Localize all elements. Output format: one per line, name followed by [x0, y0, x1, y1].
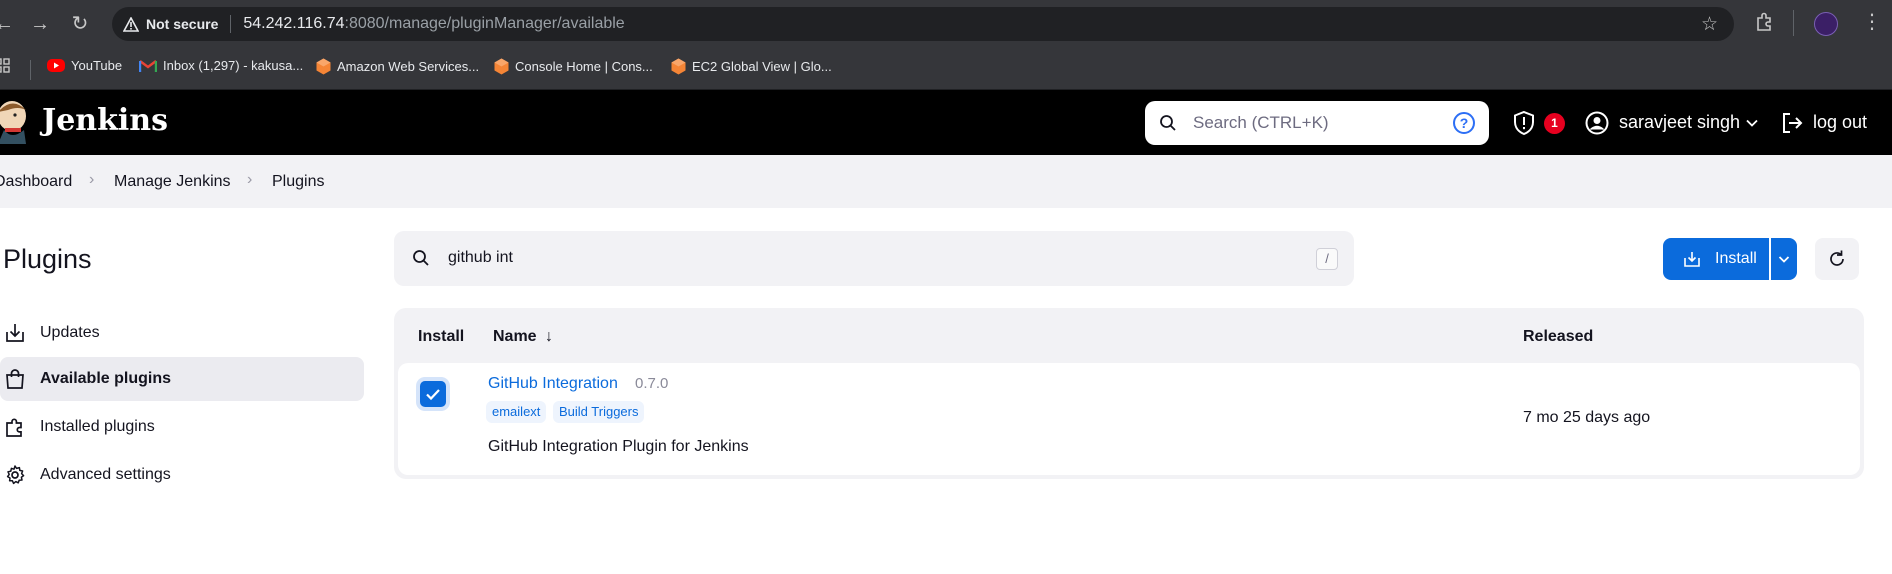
install-options-dropdown[interactable]: [1771, 238, 1797, 280]
jenkins-logo-icon[interactable]: [0, 100, 30, 144]
shopping-bag-icon: [4, 368, 26, 390]
browser-toolbar: ← → ↻ Not secure 54.242.116.74:8080/mana…: [0, 0, 1892, 48]
sidebar-item-label: Installed plugins: [40, 418, 155, 435]
search-placeholder: Search (CTRL+K): [1193, 113, 1329, 132]
plugin-description: GitHub Integration Plugin for Jenkins: [488, 438, 749, 455]
profile-avatar[interactable]: [1814, 12, 1838, 36]
url-path: :8080/manage/pluginManager/available: [344, 15, 625, 32]
divider: [1793, 10, 1794, 36]
keyboard-shortcut-hint: /: [1316, 248, 1338, 270]
download-icon: [4, 322, 26, 344]
gear-icon: [4, 464, 26, 486]
puzzle-icon: [4, 416, 26, 438]
bookmark-aws[interactable]: Amazon Web Services...: [315, 58, 480, 75]
bookmark-label: EC2 Global View | Glo...: [692, 58, 832, 74]
page-title: Plugins: [3, 244, 92, 274]
plugin-name-link[interactable]: GitHub Integration: [488, 375, 618, 393]
aws-icon: [493, 58, 509, 75]
plugin-filter-input[interactable]: github int /: [394, 231, 1354, 286]
shield-icon[interactable]: [1512, 110, 1536, 136]
address-bar[interactable]: Not secure 54.242.116.74:8080/manage/plu…: [112, 7, 1734, 41]
help-icon[interactable]: ?: [1453, 112, 1475, 134]
sidebar-item-updates[interactable]: Updates: [0, 311, 364, 355]
bookmark-gmail[interactable]: Inbox (1,297) - kakusa...: [138, 58, 304, 73]
sidebar-item-label: Updates: [40, 324, 100, 341]
menu-kebab-icon[interactable]: ⋮: [1862, 9, 1882, 34]
global-search-input[interactable]: Search (CTRL+K) ?: [1145, 101, 1489, 145]
divider: [230, 15, 232, 33]
column-header-released[interactable]: Released: [1523, 328, 1593, 346]
sidebar-item-label: Advanced settings: [40, 466, 171, 483]
check-icon: [426, 389, 440, 401]
reload-icon[interactable]: ↻: [68, 12, 92, 36]
table-row: GitHub Integration 0.7.0 emailext Build …: [398, 363, 1860, 475]
forward-icon[interactable]: →: [28, 12, 52, 36]
sort-arrow-icon[interactable]: ↓: [545, 328, 553, 346]
extensions-icon[interactable]: [1754, 12, 1774, 37]
logout-link[interactable]: log out: [1813, 112, 1867, 133]
chevron-down-icon[interactable]: [1745, 116, 1759, 130]
column-header-install: Install: [418, 328, 465, 345]
bookmarks-bar: YouTube Inbox (1,297) - kakusa... Amazon…: [0, 48, 1892, 90]
back-icon[interactable]: ←: [0, 12, 16, 36]
breadcrumb-dashboard[interactable]: Dashboard: [0, 173, 72, 191]
search-icon: [1160, 115, 1176, 131]
apps-grid-icon[interactable]: [0, 58, 10, 74]
install-checkbox[interactable]: [420, 381, 446, 407]
chevron-down-icon: [1778, 256, 1790, 263]
divider: [30, 60, 31, 80]
logout-icon[interactable]: [1780, 111, 1804, 135]
refresh-icon: [1830, 250, 1844, 266]
bookmark-youtube[interactable]: YouTube: [47, 58, 122, 73]
install-label: Install: [1715, 250, 1757, 267]
plugin-released: 7 mo 25 days ago: [1523, 409, 1651, 426]
filter-value: github int: [448, 249, 513, 266]
refresh-button[interactable]: [1815, 238, 1859, 280]
breadcrumb-manage-jenkins[interactable]: Manage Jenkins: [114, 173, 231, 191]
bookmark-console-home[interactable]: Console Home | Cons...: [493, 58, 653, 75]
bookmark-label: YouTube: [71, 58, 123, 73]
chevron-right-icon: ›: [89, 171, 95, 188]
plugins-table: Install Name ↓ Released GitHub Integrati…: [394, 308, 1864, 479]
user-icon: [1585, 111, 1609, 135]
aws-icon: [670, 58, 686, 75]
security-badge[interactable]: 1: [1544, 113, 1565, 134]
plugin-tag[interactable]: emailext: [486, 401, 547, 423]
warning-icon: [122, 15, 140, 33]
bookmark-label: Inbox (1,297) - kakusa...: [163, 58, 304, 73]
bookmark-label: Console Home | Cons...: [515, 58, 653, 74]
not-secure-label[interactable]: Not secure: [146, 16, 218, 32]
bookmark-label: Amazon Web Services...: [337, 58, 480, 74]
search-icon: [413, 250, 429, 266]
plugin-version: 0.7.0: [635, 375, 669, 392]
sidebar-item-label: Available plugins: [40, 370, 171, 387]
jenkins-header: Jenkins Search (CTRL+K) ? 1 saravjeet si…: [0, 90, 1892, 155]
plugin-tag[interactable]: Build Triggers: [553, 401, 645, 423]
install-button[interactable]: Install: [1663, 238, 1769, 280]
gmail-icon: [138, 59, 158, 73]
bookmark-ec2[interactable]: EC2 Global View | Glo...: [670, 58, 832, 75]
column-header-name[interactable]: Name: [493, 328, 537, 346]
breadcrumb: Dashboard › Manage Jenkins › Plugins: [0, 155, 1892, 208]
chevron-right-icon: ›: [247, 171, 253, 188]
user-name[interactable]: saravjeet singh: [1619, 112, 1740, 133]
aws-icon: [315, 58, 331, 75]
youtube-icon: [47, 59, 65, 72]
sidebar-item-installed-plugins[interactable]: Installed plugins: [0, 405, 364, 449]
breadcrumb-plugins[interactable]: Plugins: [272, 173, 324, 191]
url-host: 54.242.116.74: [243, 15, 345, 32]
sidebar-item-advanced-settings[interactable]: Advanced settings: [0, 453, 364, 497]
jenkins-brand[interactable]: Jenkins: [42, 103, 168, 138]
download-icon: [1684, 252, 1700, 267]
bookmark-star-icon[interactable]: ☆: [1701, 13, 1718, 36]
sidebar-item-available-plugins[interactable]: Available plugins: [0, 357, 364, 401]
